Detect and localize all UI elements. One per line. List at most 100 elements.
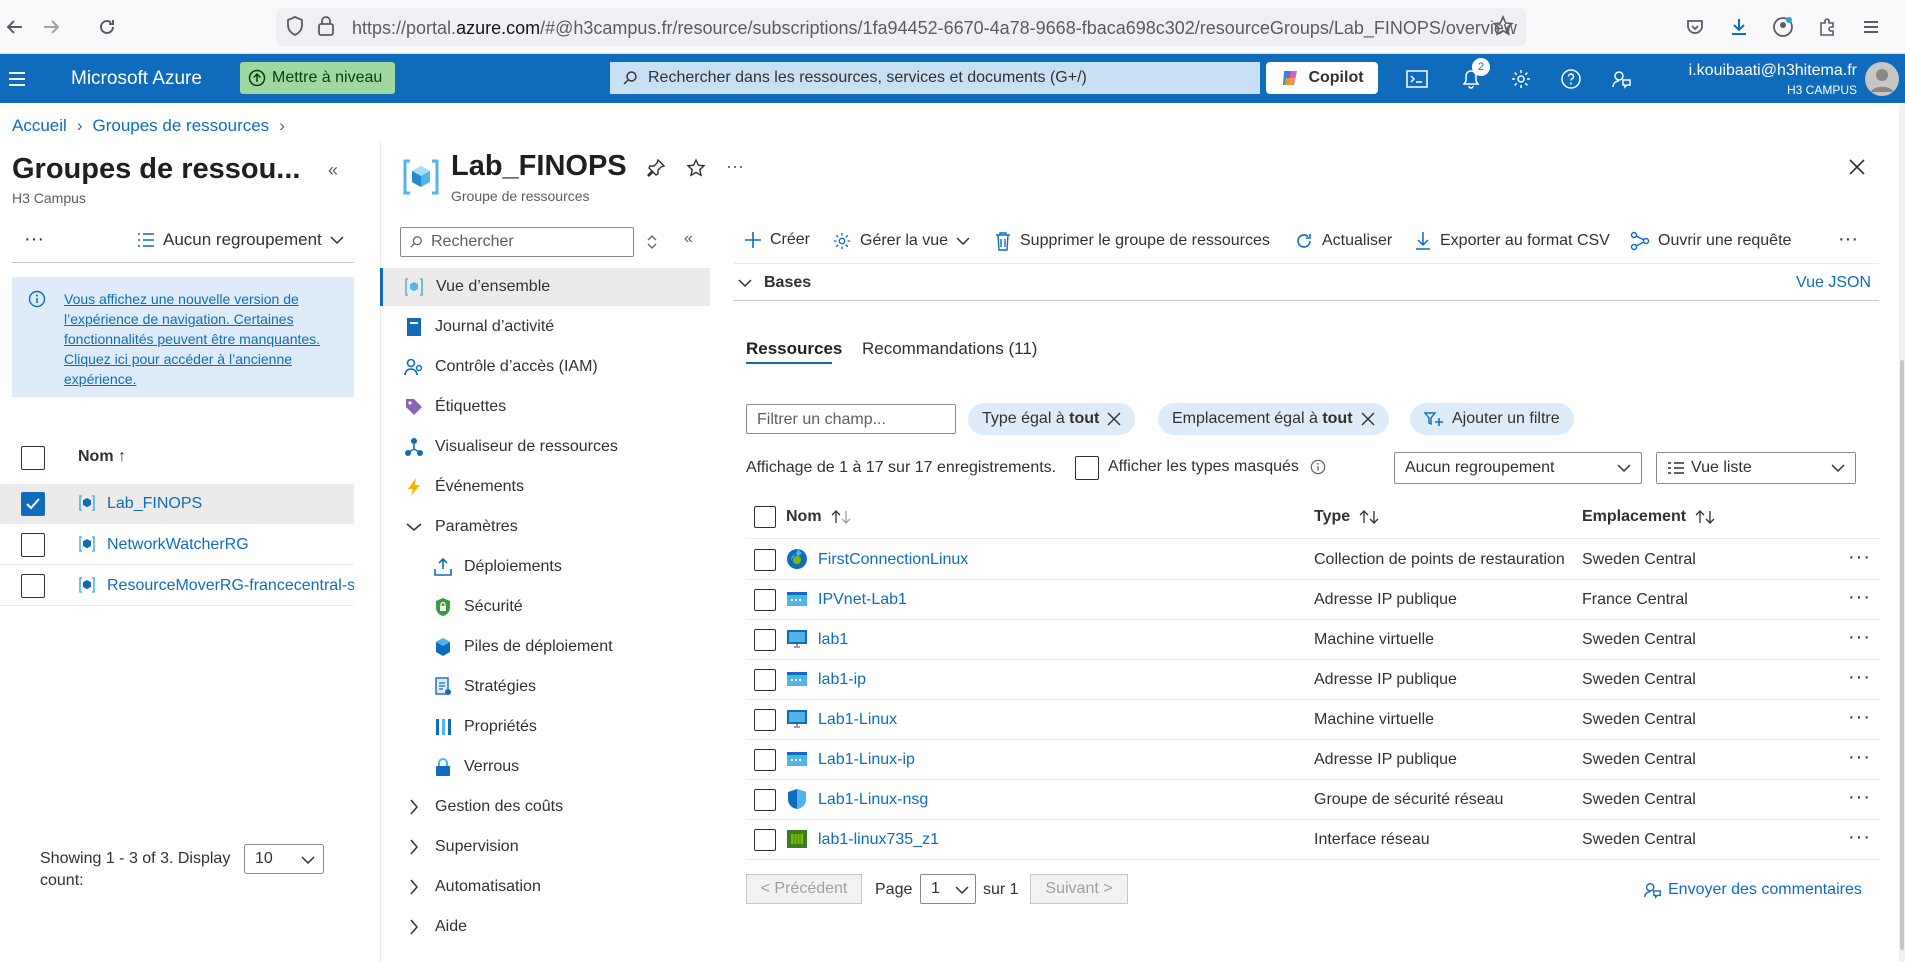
- resource-name-link[interactable]: lab1-linux735_z1: [818, 831, 939, 849]
- menu-item-overview[interactable]: Vue d’ensemble: [380, 268, 710, 306]
- notifications-bell-icon[interactable]: 2: [1458, 58, 1490, 92]
- settings-gear-icon[interactable]: [1508, 66, 1534, 92]
- row-checkbox[interactable]: [21, 574, 45, 598]
- copilot-button[interactable]: Copilot: [1266, 62, 1378, 94]
- grouping-select[interactable]: Aucun regroupement: [1394, 452, 1642, 484]
- more-options-icon[interactable]: ···: [24, 228, 44, 251]
- menu-item-resource-visualizer[interactable]: Visualiseur de ressources: [380, 428, 710, 466]
- menu-item-locks[interactable]: Verrous: [380, 748, 710, 786]
- help-icon[interactable]: [1558, 66, 1584, 92]
- menu-section-cost-management[interactable]: Gestion des coûts: [380, 788, 710, 826]
- reload-icon[interactable]: [94, 14, 120, 40]
- previous-page-button[interactable]: < Précédent: [746, 874, 862, 904]
- resource-name-link[interactable]: Lab1-Linux-ip: [818, 751, 915, 769]
- upgrade-button[interactable]: Mettre à niveau: [240, 62, 395, 94]
- manage-view-button[interactable]: Gérer la vue: [832, 231, 970, 251]
- tab-resources[interactable]: Ressources: [746, 339, 842, 359]
- menu-section-automation[interactable]: Automatisation: [380, 868, 710, 906]
- table-row[interactable]: lab1-linux735_z1 Interface réseau Sweden…: [746, 820, 1880, 860]
- refresh-button[interactable]: Actualiser: [1294, 231, 1392, 251]
- table-row[interactable]: Lab1-Linux-ip Adresse IP publique Sweden…: [746, 740, 1880, 780]
- more-options-icon[interactable]: ···: [726, 156, 744, 177]
- select-all-checkbox[interactable]: [21, 446, 45, 470]
- open-query-button[interactable]: Ouvrir une requête: [1630, 231, 1791, 251]
- resource-group-name[interactable]: Lab_FINOPS: [107, 495, 354, 513]
- close-icon[interactable]: [1848, 158, 1866, 176]
- tab-recommendations[interactable]: Recommandations (11): [862, 339, 1037, 359]
- hamburger-menu-icon[interactable]: [4, 66, 30, 92]
- resource-group-row[interactable]: ResourceMoverRG-francecentral-sw: [0, 566, 354, 606]
- select-all-resources-checkbox[interactable]: [754, 506, 776, 528]
- resource-group-name[interactable]: ResourceMoverRG-francecentral-sw: [107, 577, 354, 595]
- row-more-icon[interactable]: ···: [1848, 666, 1871, 689]
- table-row[interactable]: Lab1-Linux-nsg Groupe de sécurité réseau…: [746, 780, 1880, 820]
- row-more-icon[interactable]: ···: [1848, 746, 1871, 769]
- row-more-icon[interactable]: ···: [1848, 586, 1871, 609]
- resource-group-row[interactable]: NetworkWatcherRG: [0, 525, 354, 565]
- menu-item-tags[interactable]: Étiquettes: [380, 388, 710, 426]
- create-button[interactable]: Créer: [744, 231, 810, 249]
- grouping-dropdown[interactable]: Aucun regroupement: [137, 230, 344, 250]
- account-icon[interactable]: [1770, 14, 1796, 40]
- menu-section-settings[interactable]: Paramètres: [380, 508, 710, 546]
- next-page-button[interactable]: Suivant >: [1030, 874, 1128, 904]
- row-checkbox[interactable]: [21, 492, 45, 516]
- filter-field-input[interactable]: Filtrer un champ...: [746, 404, 956, 434]
- back-icon[interactable]: [2, 14, 28, 40]
- menu-search-input[interactable]: Rechercher: [400, 227, 634, 257]
- resource-name-link[interactable]: IPVnet-Lab1: [818, 591, 907, 609]
- info-icon[interactable]: [1310, 459, 1326, 475]
- menu-item-security[interactable]: Sécurité: [380, 588, 710, 626]
- resource-name-link[interactable]: Lab1-Linux-nsg: [818, 791, 928, 809]
- menu-item-activity-log[interactable]: Journal d’activité: [380, 308, 710, 346]
- table-row[interactable]: FirstConnectionLinux Collection de point…: [746, 540, 1880, 580]
- menu-icon[interactable]: [1858, 14, 1884, 40]
- shield-icon[interactable]: [284, 15, 306, 37]
- row-more-icon[interactable]: ···: [1848, 626, 1871, 649]
- collapse-menu-icon[interactable]: «: [684, 230, 693, 248]
- type-filter-pill[interactable]: Type égal à tout: [968, 403, 1136, 435]
- forward-icon[interactable]: [38, 14, 64, 40]
- resource-name-link[interactable]: Lab1-Linux: [818, 711, 897, 729]
- table-row[interactable]: lab1 Machine virtuelle Sweden Central ··…: [746, 620, 1880, 660]
- delete-group-button[interactable]: Supprimer le groupe de ressources: [994, 231, 1270, 251]
- name-column-header[interactable]: Nom: [786, 508, 852, 526]
- close-icon[interactable]: [1361, 412, 1375, 426]
- cloud-shell-icon[interactable]: [1404, 66, 1430, 92]
- display-count-select[interactable]: 10: [244, 844, 324, 874]
- table-row[interactable]: Lab1-Linux Machine virtuelle Sweden Cent…: [746, 700, 1880, 740]
- favorite-star-icon[interactable]: [686, 158, 706, 178]
- export-csv-button[interactable]: Exporter au format CSV: [1414, 231, 1610, 251]
- name-column-header[interactable]: Nom ↑: [78, 448, 126, 466]
- menu-item-policies[interactable]: Stratégies: [380, 668, 710, 706]
- menu-item-iam[interactable]: Contrôle d’accès (IAM): [380, 348, 710, 386]
- row-checkbox[interactable]: [754, 549, 776, 571]
- row-more-icon[interactable]: ···: [1848, 706, 1871, 729]
- row-checkbox[interactable]: [754, 789, 776, 811]
- resource-name-link[interactable]: FirstConnectionLinux: [818, 551, 968, 569]
- download-icon[interactable]: [1726, 14, 1752, 40]
- json-view-link[interactable]: Vue JSON: [1796, 274, 1871, 292]
- menu-section-help[interactable]: Aide: [380, 908, 710, 946]
- row-more-icon[interactable]: ···: [1848, 786, 1871, 809]
- type-column-header[interactable]: Type: [1314, 508, 1380, 526]
- row-more-icon[interactable]: ···: [1848, 826, 1871, 849]
- feedback-icon[interactable]: [1608, 66, 1634, 92]
- send-feedback-link[interactable]: Envoyer des commentaires: [1642, 880, 1862, 900]
- resource-group-row[interactable]: Lab_FINOPS: [0, 484, 354, 524]
- user-account[interactable]: i.kouibaati@h3hitema.fr H3 CAMPUS: [1689, 62, 1857, 97]
- row-checkbox[interactable]: [754, 749, 776, 771]
- row-checkbox[interactable]: [21, 533, 45, 557]
- close-icon[interactable]: [1107, 412, 1121, 426]
- resource-name-link[interactable]: lab1-ip: [818, 671, 866, 689]
- lock-icon[interactable]: [316, 15, 336, 37]
- page-select[interactable]: 1: [920, 874, 976, 904]
- add-filter-button[interactable]: Ajouter un filtre: [1410, 403, 1574, 435]
- location-column-header[interactable]: Emplacement: [1582, 508, 1716, 526]
- resource-group-name[interactable]: NetworkWatcherRG: [107, 536, 354, 554]
- menu-item-deployment-stacks[interactable]: Piles de déploiement: [380, 628, 710, 666]
- menu-item-deployments[interactable]: Déploiements: [380, 548, 710, 586]
- new-experience-notice[interactable]: Vous affichez une nouvelle version de l’…: [12, 277, 354, 397]
- menu-item-events[interactable]: Événements: [380, 468, 710, 506]
- url-text[interactable]: https://portal.azure.com/#@h3campus.fr/r…: [352, 18, 1517, 39]
